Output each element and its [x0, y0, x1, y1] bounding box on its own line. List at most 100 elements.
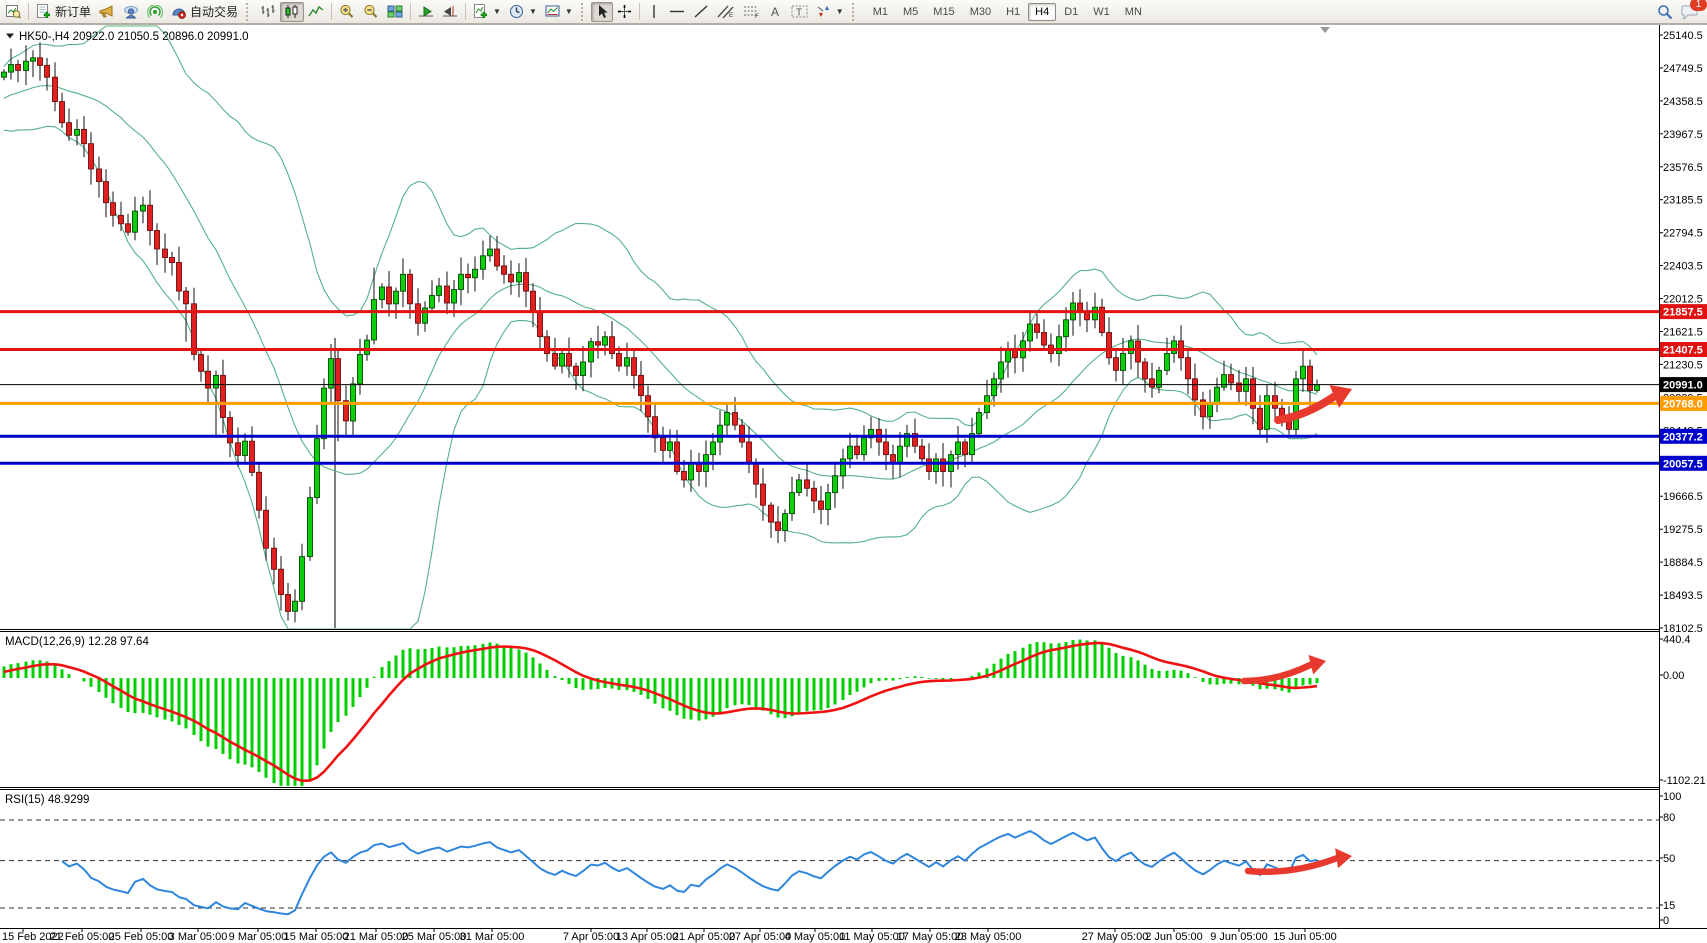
macd-histogram-bar — [366, 678, 369, 688]
new-order-button[interactable]: 新订单 — [32, 2, 95, 22]
price-axis[interactable]: 25140.524749.524358.523967.523576.523185… — [1659, 25, 1707, 928]
macd-histogram-bar — [83, 678, 86, 682]
bull-candle — [488, 249, 493, 256]
vertical-line-button[interactable] — [643, 2, 665, 22]
indicators-button[interactable]: ▼ — [469, 2, 505, 22]
zoom-out-icon — [363, 4, 379, 19]
candle-chart-button[interactable] — [280, 2, 304, 22]
bear-candle — [632, 358, 637, 376]
bear-candle — [675, 442, 680, 472]
macd-histogram-bar — [1036, 642, 1039, 678]
terminal-window: 新订单 自动交易 — [0, 0, 1707, 943]
timeframe-W1[interactable]: W1 — [1086, 3, 1117, 21]
svg-text:A: A — [771, 5, 779, 19]
macd-histogram-bar — [496, 644, 499, 678]
tile-windows-icon — [387, 4, 403, 19]
macd-histogram-bar — [842, 678, 845, 700]
toolbar-separator — [465, 3, 466, 20]
timeframe-M1[interactable]: M1 — [866, 3, 895, 21]
macd-histogram-bar — [1166, 671, 1169, 678]
price-badge-label: 20768.0 — [1663, 398, 1703, 410]
chevron-down-icon: ▼ — [565, 7, 573, 16]
text-button[interactable]: A — [765, 2, 787, 22]
timeframe-M15[interactable]: M15 — [926, 3, 961, 21]
auto-scroll-button[interactable] — [414, 2, 438, 22]
signals-button[interactable] — [143, 2, 167, 22]
bull-candle — [322, 388, 327, 439]
chart-canvas[interactable]: 25140.524749.524358.523967.523576.523185… — [0, 0, 1707, 943]
time-tick-label: 23 May 05:00 — [955, 931, 1022, 943]
chat-button[interactable]: 1 — [1681, 4, 1699, 20]
zoom-in-button[interactable] — [335, 2, 359, 22]
alerts-button[interactable] — [95, 2, 119, 22]
crosshair-button[interactable] — [613, 2, 636, 22]
bear-candle — [38, 58, 43, 66]
bear-candle — [1136, 341, 1141, 362]
bear-candle — [754, 463, 759, 484]
cursor-button[interactable] — [591, 2, 613, 22]
bull-candle — [725, 413, 730, 426]
autotrade-button[interactable]: 自动交易 — [167, 2, 242, 22]
zoom-out-button[interactable] — [359, 2, 383, 22]
periods-button[interactable]: ▼ — [505, 2, 541, 22]
trendline-icon — [693, 4, 709, 19]
bear-candle — [279, 569, 284, 594]
macd-histogram-bar — [1144, 665, 1147, 678]
line-chart-icon — [308, 4, 324, 19]
channel-button[interactable]: E — [713, 2, 739, 22]
fibonacci-icon: F — [743, 4, 761, 19]
bear-candle — [1229, 375, 1234, 383]
new-order-icon — [36, 4, 52, 20]
bear-candle — [776, 522, 781, 530]
price-tick-label: 18493.5 — [1663, 590, 1703, 602]
macd-histogram-bar — [1115, 653, 1118, 678]
bull-candle — [401, 274, 406, 291]
toolbar-grip — [581, 3, 587, 21]
bear-candle — [16, 65, 21, 71]
bear-candle — [416, 304, 421, 323]
bull-candle — [1222, 375, 1227, 388]
macd-histogram-bar — [229, 678, 232, 759]
macd-histogram-bar — [237, 678, 240, 764]
timeframe-M30[interactable]: M30 — [963, 3, 998, 21]
templates-button[interactable]: ▼ — [541, 2, 577, 22]
time-tick-label: 25 Mar 05:00 — [402, 931, 467, 943]
line-chart-button[interactable] — [304, 2, 328, 22]
price-badge-label: 20377.2 — [1663, 431, 1703, 443]
bull-candle — [214, 375, 219, 388]
bar-chart-button[interactable] — [256, 2, 280, 22]
bull-candle — [329, 359, 334, 389]
timeframe-D1[interactable]: D1 — [1057, 3, 1085, 21]
timeframe-H1[interactable]: H1 — [999, 3, 1027, 21]
trendline-button[interactable] — [689, 2, 713, 22]
bear-candle — [336, 359, 341, 401]
chevron-down-icon: ▼ — [493, 7, 501, 16]
bear-candle — [199, 354, 204, 371]
fibonacci-button[interactable]: F — [739, 2, 765, 22]
bull-candle — [300, 557, 305, 602]
bear-candle — [502, 266, 507, 274]
community-button[interactable] — [119, 2, 143, 22]
timeframe-M5[interactable]: M5 — [896, 3, 925, 21]
macd-histogram-bar — [345, 678, 348, 716]
bear-candle — [272, 548, 277, 569]
bull-candle — [1208, 404, 1213, 417]
macd-histogram-bar — [1122, 656, 1125, 678]
text-label-button[interactable]: T — [787, 2, 812, 22]
bear-candle — [250, 441, 255, 472]
timeframe-MN[interactable]: MN — [1118, 3, 1149, 21]
chart-preview-button[interactable] — [2, 2, 25, 22]
timeframe-H4[interactable]: H4 — [1028, 3, 1056, 21]
bear-candle — [148, 205, 153, 230]
tile-windows-button[interactable] — [383, 2, 407, 22]
horizontal-line-button[interactable] — [665, 2, 689, 22]
macd-histogram-bar — [662, 678, 665, 708]
bear-candle — [617, 354, 622, 367]
macd-histogram-bar — [510, 648, 513, 678]
search-icon[interactable] — [1657, 4, 1673, 20]
bear-candle — [111, 203, 116, 216]
timeframe-toolbar: M1M5M15M30H1H4D1W1MN — [866, 3, 1149, 21]
macd-histogram-bar — [734, 678, 737, 705]
chart-shift-button[interactable] — [438, 2, 462, 22]
arrows-button[interactable]: ▼ — [812, 2, 848, 22]
